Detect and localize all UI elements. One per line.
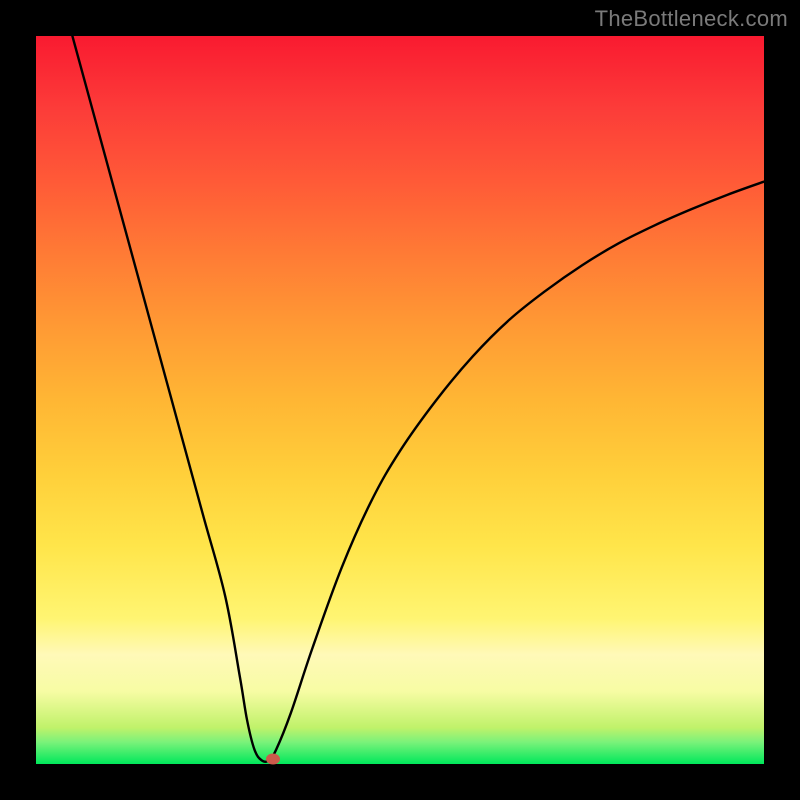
chart-frame: TheBottleneck.com [0, 0, 800, 800]
bottleneck-curve [36, 36, 764, 764]
plot-area [36, 36, 764, 764]
watermark-text: TheBottleneck.com [595, 6, 788, 32]
minimum-marker [266, 753, 280, 764]
